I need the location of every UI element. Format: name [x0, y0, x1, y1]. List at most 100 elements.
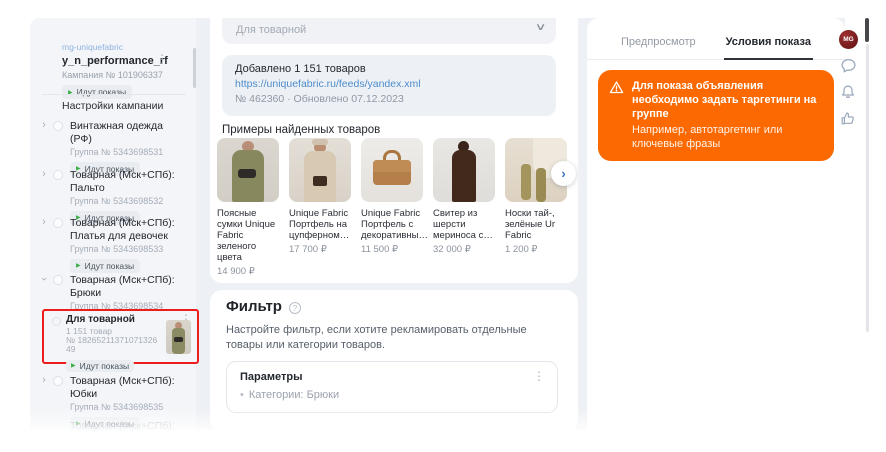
decor	[238, 169, 256, 178]
product-title: Unique Fabric Портфель с декоративны…	[361, 208, 423, 241]
chat-icon[interactable]	[840, 57, 857, 79]
feed-info-box: Добавлено 1 151 товаров https://uniquefa…	[222, 55, 556, 116]
divider	[42, 94, 186, 95]
chevron-right-icon[interactable]: ›	[39, 168, 49, 180]
filter-description: Настройте фильтр, если хотите рекламиров…	[226, 323, 558, 353]
product-title: Носки тай-, зелёные Ur Fabric	[505, 208, 567, 241]
examples-title: Примеры найденных товаров	[222, 124, 380, 136]
product-examples-row: Поясные сумки Unique Fabric зеленого цве…	[217, 138, 567, 277]
filter-section-card: Фильтр ? Настройте фильтр, если хотите р…	[210, 290, 578, 432]
product-card[interactable]: Носки тай-, зелёные Ur Fabric 1 200 ₽	[505, 138, 567, 277]
product-card[interactable]: Поясные сумки Unique Fabric зеленого цве…	[217, 138, 279, 277]
sidebar-scrollbar[interactable]	[193, 48, 196, 88]
feed-section-card: Для товарной ∨ Добавлено 1 151 товаров h…	[210, 18, 578, 283]
targeting-warning-alert: Для показа объявления необходимо задать …	[598, 70, 834, 161]
feed-select-dropdown[interactable]: Для товарной ∨	[222, 18, 556, 44]
campaign-settings-link[interactable]: Настройки кампании	[62, 100, 163, 112]
product-price: 11 500 ₽	[361, 244, 423, 255]
group-title: Товарная (Мск+СПб): …	[30, 420, 196, 445]
tab-preview[interactable]: Предпросмотр	[619, 36, 698, 60]
decor	[312, 139, 328, 145]
product-title: Свитер из шерсти мериноса с…	[433, 208, 495, 241]
tab-show-conditions[interactable]: Условия показа	[724, 36, 813, 60]
group-checkbox[interactable]	[53, 121, 63, 131]
chevron-right-icon[interactable]: ›	[39, 216, 49, 228]
group-item: › Товарная (Мск+СПб): Платья для девочек…	[30, 217, 196, 273]
ad-checkbox[interactable]	[52, 317, 61, 326]
decor	[452, 150, 476, 202]
ad-item-annotation-box[interactable]: ⋮ Для товарной 1 151 товар № 18265211371…	[42, 309, 199, 364]
params-title: Параметры	[240, 371, 544, 383]
group-number: Группа № 5343698533	[30, 244, 196, 254]
feed-added-count: Добавлено 1 151 товаров	[235, 63, 543, 75]
chevron-right-icon[interactable]: ›	[39, 374, 49, 386]
product-card[interactable]: Unique Fabric Портфель на цупферном… 17 …	[289, 138, 351, 277]
carousel-next-button[interactable]: ›	[551, 161, 576, 186]
bullet-icon: •	[240, 389, 244, 401]
chevron-down-icon: ∨	[534, 22, 546, 33]
group-checkbox[interactable]	[53, 170, 63, 180]
ad-number: № 1826521137107132649	[44, 336, 160, 354]
product-image	[433, 138, 495, 202]
bell-icon[interactable]	[840, 84, 856, 105]
product-image	[361, 138, 423, 202]
product-image	[289, 138, 351, 202]
yandex-direct-screen: mg-uniquefabric y_n_performance_rf ⋮ Кам…	[0, 0, 886, 452]
group-checkbox[interactable]	[53, 275, 63, 285]
play-icon: ▶	[76, 262, 81, 269]
feed-url-link[interactable]: https://uniquefabric.ru/feeds/yandex.xml	[235, 78, 543, 90]
product-price: 17 700 ₽	[289, 244, 351, 255]
decor	[373, 160, 411, 172]
filter-header: Фильтр ?	[226, 298, 301, 315]
group-number: Группа № 5343698531	[30, 147, 196, 157]
decor	[174, 337, 183, 342]
page-scrollbar-thumb[interactable]	[865, 18, 869, 42]
product-image	[217, 138, 279, 202]
preview-panel: Предпросмотр Условия показа Для показа о…	[587, 18, 845, 430]
page-scrollbar-track[interactable]	[866, 44, 869, 332]
status-badge: ▶Идут показы	[62, 85, 132, 99]
campaign-sidebar: mg-uniquefabric y_n_performance_rf ⋮ Кам…	[30, 18, 196, 430]
campaign-menu-icon[interactable]: ⋮	[156, 54, 168, 64]
status-badge: ▶Идут показы	[66, 360, 134, 372]
filter-params-card: Параметры ⋮ •Категории: Брюки	[226, 361, 558, 413]
feed-meta: № 462360 · Обновлено 07.12.2023	[235, 93, 543, 105]
params-item: •Категории: Брюки	[240, 389, 544, 401]
product-card[interactable]: Unique Fabric Портфель с декоративны… 11…	[361, 138, 423, 277]
alert-title: Для показа объявления необходимо задать …	[632, 79, 822, 121]
campaign-name[interactable]: y_n_performance_rf	[30, 55, 196, 67]
product-price: 1 200 ₽	[505, 244, 567, 255]
group-checkbox[interactable]	[53, 376, 63, 386]
panel-tabs: Предпросмотр Условия показа	[587, 18, 845, 60]
help-icon[interactable]: ?	[289, 302, 301, 314]
ad-thumbnail-image	[166, 320, 191, 354]
user-avatar[interactable]: MG	[839, 30, 858, 49]
thumbs-up-icon[interactable]	[840, 110, 856, 131]
group-item: › Винтажная одежда (РФ) Группа № 5343698…	[30, 120, 196, 176]
product-title: Unique Fabric Портфель на цупферном…	[289, 208, 351, 241]
feed-select-value: Для товарной	[236, 24, 306, 36]
campaign-header: mg-uniquefabric y_n_performance_rf ⋮ Кам…	[30, 42, 196, 99]
group-item-partial: Товарная (Мск+СПб): …	[30, 420, 196, 445]
product-price: 14 900 ₽	[217, 266, 279, 277]
product-price: 32 000 ₽	[433, 244, 495, 255]
play-icon: ▶	[71, 362, 76, 369]
params-menu-icon[interactable]: ⋮	[533, 371, 545, 381]
product-title: Поясные сумки Unique Fabric зеленого цве…	[217, 208, 279, 263]
group-number: Группа № 5343698532	[30, 196, 196, 206]
chevron-down-icon[interactable]: ›	[38, 274, 50, 284]
warning-icon	[609, 80, 624, 100]
decor	[313, 176, 327, 186]
group-checkbox[interactable]	[53, 218, 63, 228]
campaign-number: Кампания № 101906337	[30, 70, 196, 80]
decor	[521, 164, 531, 200]
group-number: Группа № 5343698535	[30, 402, 196, 412]
status-badge: ▶Идут показы	[70, 259, 140, 273]
product-card[interactable]: Свитер из шерсти мериноса с… 32 000 ₽	[433, 138, 495, 277]
account-link[interactable]: mg-uniquefabric	[30, 42, 196, 52]
chevron-right-icon: ›	[561, 166, 565, 181]
alert-text: Например, автотаргетинг или ключевые фра…	[632, 123, 822, 151]
chevron-right-icon[interactable]: ›	[39, 119, 49, 131]
filter-title: Фильтр	[226, 298, 282, 315]
decor	[536, 168, 546, 202]
